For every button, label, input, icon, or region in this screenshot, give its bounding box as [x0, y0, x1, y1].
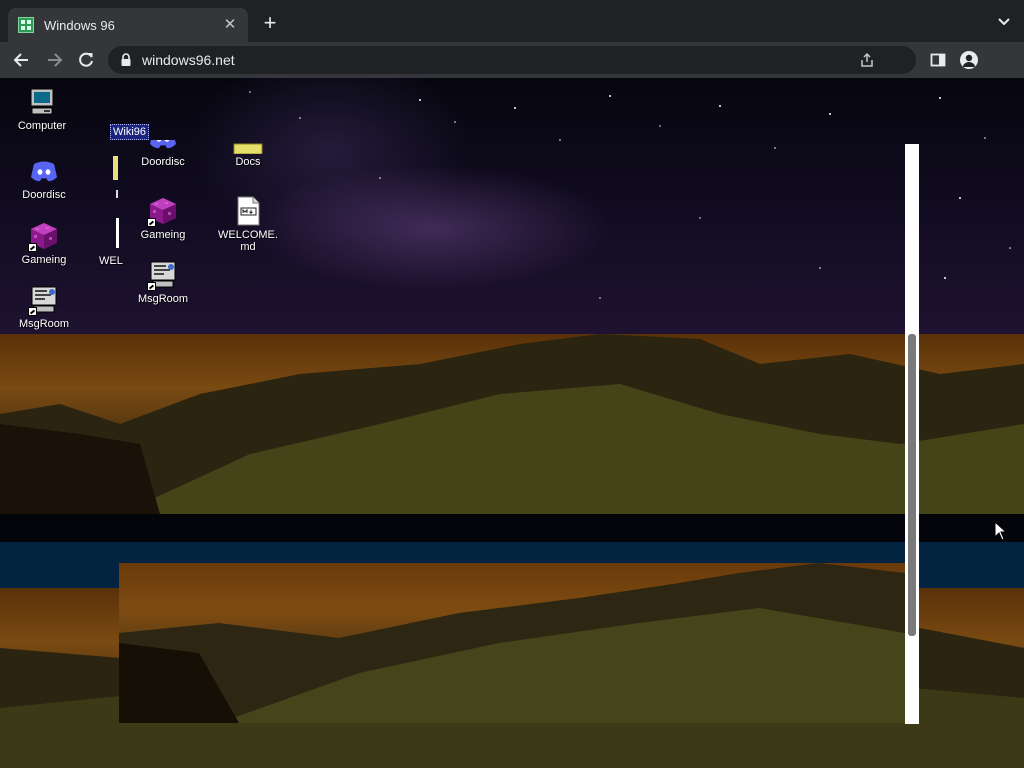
tab-title: Windows 96	[44, 17, 115, 33]
partial-folder-icon	[113, 156, 118, 180]
shortcut-arrow-icon	[28, 307, 37, 316]
forward-icon[interactable]	[44, 50, 64, 70]
desktop-icon-label: Doordisc	[22, 189, 66, 201]
address-bar[interactable]: windows96.net	[108, 46, 916, 74]
desktop-icon-label: Computer	[17, 120, 67, 132]
msgroom-icon	[28, 284, 60, 316]
desktop-icon-label: MsgRoom	[18, 318, 70, 330]
wallpaper-glitch-tile	[119, 563, 905, 723]
tab-menu-icon[interactable]	[996, 14, 1012, 30]
game-cube-icon	[28, 220, 60, 252]
game-cube-icon	[147, 195, 179, 227]
windows96-logo-icon	[18, 17, 34, 33]
windows96-desktop[interactable]: Computer Doordisc Gameing MsgRoom Wiki96…	[0, 78, 1024, 768]
back-icon[interactable]	[12, 50, 32, 70]
folder-item-label: Doordisc	[141, 156, 185, 168]
desktop-icon-gameing[interactable]: Gameing	[12, 220, 76, 266]
discord-icon	[28, 155, 60, 187]
shortcut-arrow-icon	[147, 282, 156, 291]
close-tab-icon[interactable]: ✕	[222, 17, 238, 33]
shortcut-arrow-icon	[147, 218, 156, 227]
folder-icon	[232, 140, 264, 154]
computer-icon	[26, 86, 58, 118]
browser-tab-strip: Windows 96 ✕ +	[0, 0, 1024, 42]
partial-file-icon	[116, 218, 119, 248]
url-text: windows96.net	[142, 52, 235, 68]
folder-item-label: MsgRoom	[137, 293, 189, 305]
desktop-icon-msgroom[interactable]: MsgRoom	[12, 284, 76, 330]
partial-icon-fragment	[116, 190, 118, 198]
shortcut-arrow-icon	[28, 243, 37, 252]
lock-icon	[120, 53, 132, 67]
mouse-pointer-icon	[994, 521, 1008, 541]
folder-item-doordisc[interactable]: Doordisc	[131, 140, 195, 168]
discord-icon	[147, 140, 179, 154]
profile-icon[interactable]	[960, 51, 978, 69]
folder-item-gameing[interactable]: Gameing	[131, 195, 195, 241]
browser-toolbar: windows96.net	[0, 42, 1024, 78]
wallpaper-gap	[0, 514, 1024, 542]
side-panel-icon[interactable]	[930, 52, 946, 68]
folder-item-msgroom[interactable]: MsgRoom	[131, 259, 195, 305]
new-tab-button[interactable]: +	[258, 12, 282, 36]
folder-item-docs[interactable]: Docs	[216, 140, 280, 168]
reload-icon[interactable]	[76, 50, 96, 70]
folder-scrollbar-thumb[interactable]	[908, 334, 916, 636]
folder-item-label: Docs	[235, 156, 261, 168]
folder-item-label: Gameing	[140, 229, 186, 241]
partial-icon-label: WEL	[99, 255, 123, 267]
folder-item-label: WELCOME.md	[218, 229, 278, 253]
desktop-icon-wiki96-label[interactable]: Wiki96	[110, 124, 150, 140]
browser-tab[interactable]: Windows 96 ✕	[8, 8, 248, 42]
share-icon[interactable]	[860, 52, 874, 67]
folder-item-welcome-md[interactable]: WELCOME.md	[216, 195, 280, 253]
mountain-wallpaper-strip	[0, 334, 1024, 514]
markdown-file-icon	[232, 195, 264, 227]
desktop-icon-label: Gameing	[21, 254, 67, 266]
desktop-icon-doordisc[interactable]: Doordisc	[12, 155, 76, 201]
desktop-icon-computer[interactable]: Computer	[10, 86, 74, 132]
msgroom-icon	[147, 259, 179, 291]
